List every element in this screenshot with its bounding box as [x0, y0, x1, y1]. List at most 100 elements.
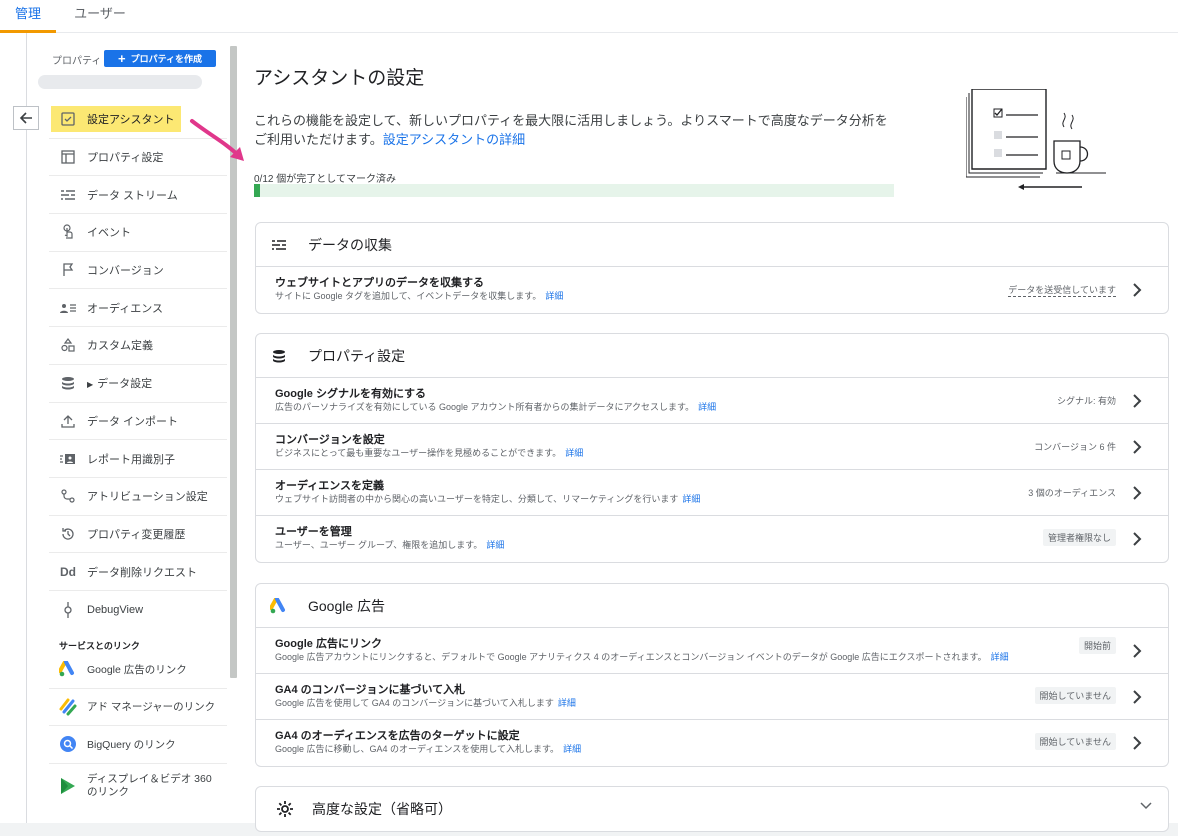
row-desc-text: 広告のパーソナライズを有効にしている Google アカウント所有者からの集計デ…: [275, 402, 695, 412]
property-selector[interactable]: [38, 75, 202, 89]
row-desc-text: Google 広告に移動し、GA4 のオーディエンスを使用して入札します。: [275, 744, 560, 754]
sidebar-item-label: DebugView: [87, 603, 144, 616]
progress-fill: [254, 184, 261, 197]
database-icon: [270, 347, 288, 365]
chevron-right-icon[interactable]: [1130, 484, 1144, 502]
chevron-right-icon[interactable]: [1130, 438, 1144, 456]
back-button[interactable]: [13, 106, 39, 130]
services-item-line2: のリンク: [87, 785, 129, 798]
checkbox-icon: [59, 110, 77, 128]
details-link[interactable]: 詳細: [563, 744, 581, 754]
sidebar-item-data-import[interactable]: データ インポート: [49, 403, 227, 441]
sidebar-item-custom-definitions[interactable]: カスタム定義: [49, 327, 227, 365]
history-icon: [59, 525, 77, 543]
sidebar-item-audiences[interactable]: オーディエンス: [49, 289, 227, 328]
details-link[interactable]: 詳細: [558, 698, 576, 708]
bigquery-icon: [59, 735, 77, 753]
google-ads-icon: [59, 660, 77, 678]
sidebar-item-bigquery-links[interactable]: BigQuery のリンク: [49, 726, 227, 764]
sidebar-item-label: イベント: [87, 227, 131, 240]
services-links: Google 広告のリンク アド マネージャーのリンク BigQuery のリン…: [49, 651, 227, 808]
setup-assistant-details-link[interactable]: 設定アシスタントの詳細: [383, 132, 525, 147]
sidebar-item-label: 設定アシスタント: [87, 114, 175, 127]
details-link[interactable]: 詳細: [991, 652, 1009, 662]
row-desc: Google 広告アカウントにリンクすると、デフォルトで Google アナリテ…: [275, 651, 1168, 663]
setup-row-bid-conversions[interactable]: GA4 のコンバージョンに基づいて入札 Google 広告を使用して GA4 の…: [256, 674, 1168, 720]
upload-icon: [59, 412, 77, 430]
details-link[interactable]: 詳細: [486, 540, 504, 550]
chevron-right-icon[interactable]: [1130, 530, 1144, 548]
flag-icon: [59, 261, 77, 279]
gear-icon: [276, 800, 294, 818]
top-nav: 管理 ユーザー: [0, 0, 1178, 33]
setup-row-manage-users[interactable]: ユーザーを管理 ユーザー、ユーザー グループ、権限を追加します。 詳細 管理者権限…: [256, 516, 1168, 562]
create-property-button[interactable]: + プロパティを作成: [104, 50, 216, 67]
annotation-arrow-icon: [190, 119, 244, 161]
status-badge: 開始していません: [1034, 687, 1116, 704]
status-badge: 3 個のオーディエンス: [1028, 488, 1116, 498]
details-link[interactable]: 詳細: [545, 291, 563, 301]
setup-row-conversions[interactable]: コンバージョンを設定 ビジネスにとって最も重要なユーザー操作を見極めることができ…: [256, 424, 1168, 470]
sidebar-item-change-history[interactable]: プロパティ変更履歴: [49, 516, 227, 554]
sidebar-item-data-streams[interactable]: データ ストリーム: [49, 176, 227, 215]
page-title: アシスタントの設定: [254, 68, 425, 89]
details-link[interactable]: 詳細: [565, 448, 583, 458]
status-badge: 開始前: [1078, 637, 1116, 654]
chevron-right-icon[interactable]: [1130, 642, 1144, 660]
row-title: Google 広告にリンク: [275, 638, 382, 650]
sidebar-item-google-ads-links[interactable]: Google 広告のリンク: [49, 651, 227, 689]
setup-row-link-google-ads[interactable]: Google 広告にリンク Google 広告アカウントにリンクすると、デフォル…: [256, 628, 1168, 674]
dd-icon: Dd: [60, 564, 76, 579]
row-desc: ユーザー、ユーザー グループ、権限を追加します。 詳細: [275, 539, 1168, 551]
setup-row-collect-data[interactable]: ウェブサイトとアプリのデータを収集する サイトに Google タグを追加して、…: [256, 267, 1168, 313]
sidebar-item-label: データ ストリーム: [87, 189, 178, 202]
shapes-icon: [59, 336, 77, 354]
ad-manager-icon: [59, 698, 77, 716]
setup-row-audiences[interactable]: オーディエンスを定義 ウェブサイト訪問者の中から関心の高いユーザーを特定し、分類…: [256, 470, 1168, 516]
row-desc-text: Google 広告を使用して GA4 のコンバージョンに基づいて入札します: [275, 698, 554, 708]
plus-icon: +: [117, 51, 126, 66]
sidebar-item-reporting-identity[interactable]: レポート用識別子: [49, 440, 227, 478]
streams-icon: [270, 236, 288, 254]
property-label: プロパティ: [52, 56, 102, 67]
intro-body: これらの機能を設定して、新しいプロパティを最大限に活用しましょう。よりスマートで…: [254, 113, 888, 147]
sidebar-item-label: レポート用識別子: [87, 453, 175, 466]
chevron-right-icon[interactable]: [1130, 688, 1144, 706]
chevron-right-icon[interactable]: [1130, 281, 1144, 299]
setup-row-target-audiences[interactable]: GA4 のオーディエンスを広告のターゲットに設定 Google 広告に移動し、G…: [256, 720, 1168, 766]
tab-admin[interactable]: 管理: [0, 0, 56, 33]
sidebar-item-data-settings[interactable]: ▶ データ設定: [49, 365, 227, 403]
sidebar-item-label: プロパティ設定: [87, 152, 164, 165]
row-desc-text: ビジネスにとって最も重要なユーザー操作を見極めることができます。: [275, 448, 562, 458]
sidebar-item-conversions[interactable]: コンバージョン: [49, 252, 227, 290]
card-header: データの収集: [256, 223, 1168, 267]
card-title: プロパティ設定: [308, 347, 406, 364]
tab-user[interactable]: ユーザー: [68, 0, 132, 33]
debug-icon: [59, 601, 77, 619]
sidebar-item-debugview[interactable]: DebugView: [49, 591, 227, 629]
status-badge: 開始していません: [1034, 733, 1116, 750]
services-item-label: BigQuery のリンク: [87, 738, 176, 751]
property-settings-card: プロパティ設定 Google シグナルを有効にする 広告のパーソナライズを有効に…: [255, 333, 1169, 563]
chevron-right-icon[interactable]: [1130, 392, 1144, 410]
setup-row-google-signals[interactable]: Google シグナルを有効にする 広告のパーソナライズを有効にしている Goo…: [256, 378, 1168, 424]
details-link[interactable]: 詳細: [682, 494, 700, 504]
sidebar-item-dv360-links[interactable]: ディスプレイ＆ビデオ 360 のリンク: [49, 764, 227, 808]
touch-icon: [59, 223, 77, 241]
sidebar-item-attribution[interactable]: アトリビューション設定: [49, 478, 227, 516]
create-property-label: プロパティを作成: [130, 54, 203, 64]
chevron-down-icon[interactable]: [1140, 801, 1152, 811]
sidebar-item-data-deletion[interactable]: Dd データ削除リクエスト: [49, 553, 227, 591]
card-title: 高度な設定（省略可）: [312, 801, 452, 817]
intro-text: これらの機能を設定して、新しいプロパティを最大限に活用しましょう。よりスマートで…: [254, 111, 894, 149]
sidebar-item-ad-manager-links[interactable]: アド マネージャーのリンク: [49, 689, 227, 726]
details-link[interactable]: 詳細: [698, 402, 716, 412]
sidebar-item-label: データ インポート: [87, 415, 179, 428]
checklist-illustration-icon: [966, 89, 1106, 190]
database-icon: [59, 374, 77, 392]
chevron-right-icon[interactable]: [1130, 734, 1144, 752]
advanced-settings-card[interactable]: 高度な設定（省略可）: [255, 786, 1169, 832]
sidebar-item-events[interactable]: イベント: [49, 214, 227, 252]
card-header: Google 広告: [256, 584, 1168, 628]
card-header: 高度な設定（省略可）: [256, 787, 1168, 831]
